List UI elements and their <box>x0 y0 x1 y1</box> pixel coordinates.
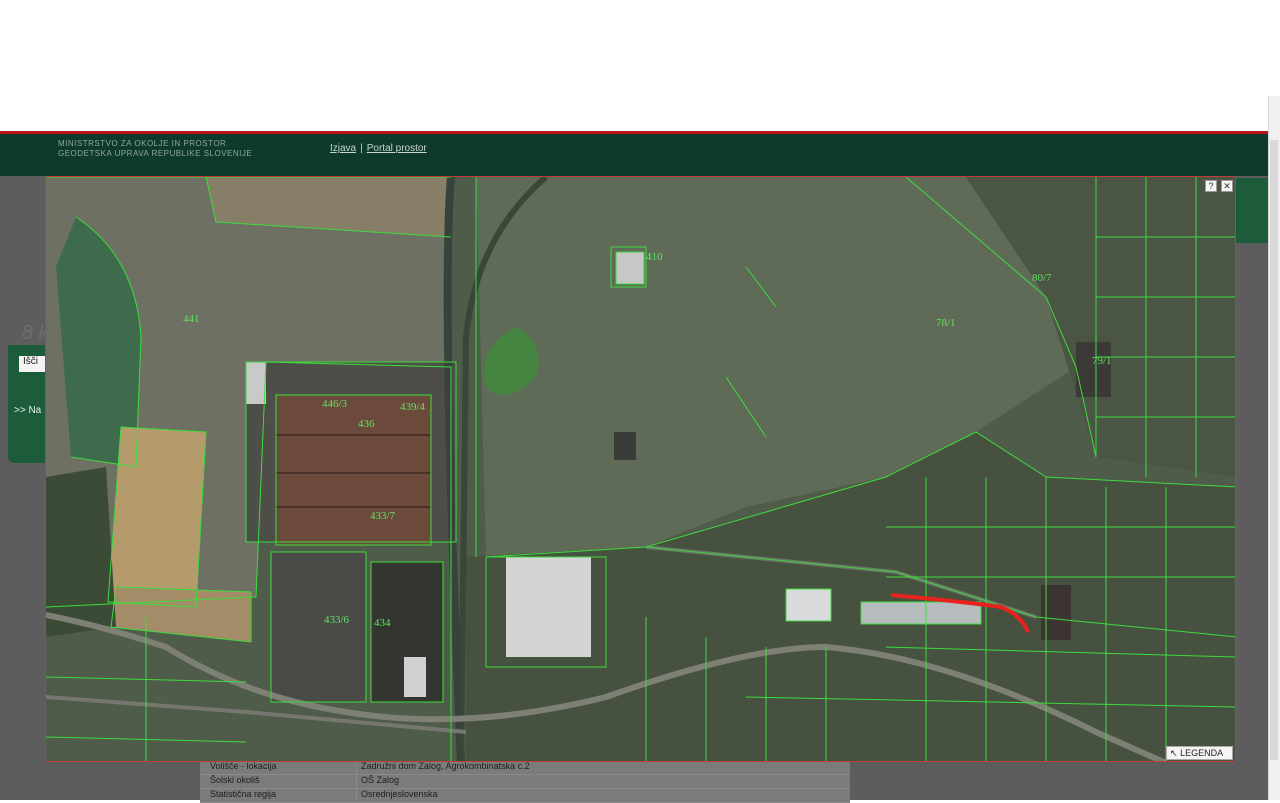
map-close-button[interactable]: ✕ <box>1221 180 1233 192</box>
field-dark-west <box>46 467 116 637</box>
table-row: Statistična regija Osrednjeslovenska <box>200 789 850 803</box>
header-links: Izjava | Portal prostor <box>330 143 427 154</box>
factory-annex <box>246 362 266 404</box>
farm-building <box>614 432 636 460</box>
sports-hall-roof <box>506 557 591 657</box>
parking-lot <box>271 552 366 702</box>
parcel-label: 446/3 <box>322 398 348 410</box>
table-key: Šolski okoliš <box>210 775 260 785</box>
parcel-label: 433/6 <box>324 614 350 626</box>
table-value: Zadružni dom Zalog, Agrokombinatska c.2 <box>356 761 850 774</box>
header-link-separator: | <box>360 143 363 154</box>
table-row: Volišče - lokacija Zadružni dom Zalog, A… <box>200 761 850 775</box>
parcel-label: 79/1 <box>1092 355 1112 367</box>
top-blank-area <box>0 0 1280 132</box>
parcel-label: 434 <box>374 617 391 629</box>
table-key: Volišče - lokacija <box>210 761 277 771</box>
background-search-button: Išči <box>19 356 45 372</box>
table-value: Osrednjeslovenska <box>356 789 850 802</box>
map-help-button[interactable]: ? <box>1205 180 1217 192</box>
background-nav-fragment: >> Na <box>14 405 42 416</box>
silo-building <box>616 252 644 284</box>
arrow-up-left-icon: ↖ <box>1170 748 1178 758</box>
parcel-label: 78/1 <box>936 317 956 329</box>
site-title-line-2: GEODETSKA UPRAVA REPUBLIKE SLOVENIJE <box>58 149 253 158</box>
warehouse-annex <box>404 657 426 697</box>
site-title: MINISTRSTVO ZA OKOLJE IN PROSTOR GEODETS… <box>58 139 252 159</box>
background-right-panel <box>1236 178 1268 243</box>
aerial-map-viewer[interactable]: 441 446/3 439/4 436 433/7 433/6 434 78/1… <box>45 176 1236 762</box>
parcel-label: 410 <box>646 251 663 263</box>
legend-button[interactable]: ↖ LEGENDA <box>1166 746 1233 760</box>
table-value: OŠ Zalog <box>356 775 850 788</box>
site-title-line-1: MINISTRSTVO ZA OKOLJE IN PROSTOR <box>58 139 227 148</box>
page-scrollbar-thumb[interactable] <box>1270 140 1278 760</box>
header-link-portal[interactable]: Portal prostor <box>367 143 427 154</box>
parcel-label: 436 <box>358 418 375 430</box>
white-building <box>786 589 831 621</box>
table-row: Šolski okoliš OŠ Zalog <box>200 775 850 789</box>
table-key: Statistična regija <box>210 789 277 799</box>
factory-roof <box>276 395 431 545</box>
parcel-label: 441 <box>183 313 200 325</box>
parcel-label: 80/7 <box>1032 272 1052 284</box>
legend-button-label: LEGENDA <box>1180 748 1224 758</box>
background-info-table: Volišče - lokacija Zadružni dom Zalog, A… <box>200 761 850 803</box>
field-stubble <box>108 427 206 607</box>
parcel-label: 439/4 <box>400 401 426 413</box>
aerial-map-canvas[interactable] <box>46 177 1236 762</box>
apartment-block <box>861 602 981 624</box>
parcel-label: 433/7 <box>370 510 396 522</box>
header-link-izjava[interactable]: Izjava <box>330 143 356 154</box>
